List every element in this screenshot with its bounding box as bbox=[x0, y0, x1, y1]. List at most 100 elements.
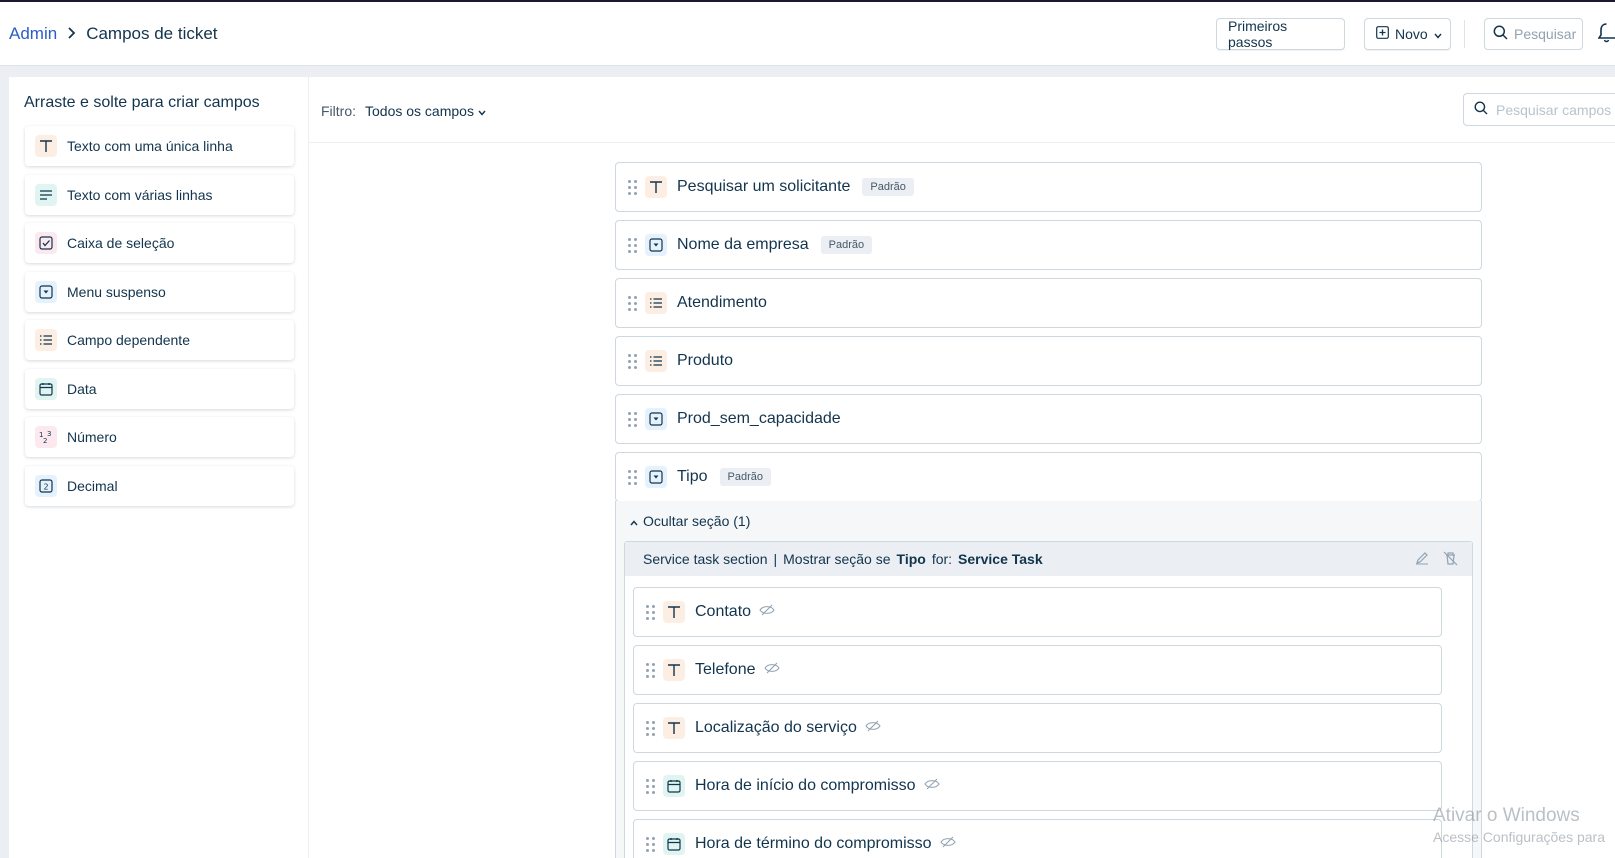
section-field-row[interactable]: Telefone bbox=[633, 645, 1442, 695]
filter-dropdown[interactable]: Todos os campos bbox=[365, 103, 486, 119]
header-divider bbox=[1464, 20, 1465, 48]
field-label: Contato bbox=[695, 603, 752, 620]
chevron-up-icon bbox=[630, 513, 638, 529]
drag-handle-icon[interactable] bbox=[646, 778, 655, 794]
drag-handle-icon[interactable] bbox=[646, 836, 655, 852]
drag-handle-icon[interactable] bbox=[628, 295, 637, 311]
text-icon bbox=[35, 135, 57, 157]
field-label: Prod_sem_capacidade bbox=[677, 410, 841, 427]
list-icon bbox=[645, 350, 667, 372]
svg-text:2: 2 bbox=[44, 483, 49, 492]
section-condition-field: Tipo bbox=[896, 551, 926, 567]
field-type-number[interactable]: 132 Número bbox=[25, 417, 294, 457]
new-button[interactable]: Novo bbox=[1364, 18, 1451, 50]
eye-off-icon bbox=[923, 777, 940, 795]
default-badge: Padrão bbox=[719, 468, 772, 486]
section-name: Service task section bbox=[643, 551, 768, 567]
field-label: Hora de início do compromisso bbox=[695, 777, 916, 794]
field-row[interactable]: Tipo Padrão bbox=[615, 452, 1482, 502]
field-type-single-line[interactable]: Texto com uma única linha bbox=[25, 126, 294, 166]
svg-text:2: 2 bbox=[43, 437, 47, 444]
fields-canvas: Filtro: Todos os campos Pesquisar campos… bbox=[309, 77, 1615, 858]
dropdown-icon bbox=[645, 408, 667, 430]
hide-section-toggle[interactable]: Ocultar seção (1) bbox=[630, 513, 750, 529]
calendar-icon bbox=[663, 775, 685, 797]
sidebar-title: Arraste e solte para criar campos bbox=[24, 94, 260, 111]
field-type-dropdown[interactable]: Menu suspenso bbox=[25, 272, 294, 312]
drag-handle-icon[interactable] bbox=[628, 237, 637, 253]
list-icon bbox=[645, 292, 667, 314]
page-header: Admin Campos de ticket Primeiros passos … bbox=[0, 2, 1615, 66]
breadcrumb-admin-link[interactable]: Admin bbox=[9, 24, 57, 44]
drag-handle-icon[interactable] bbox=[646, 662, 655, 678]
field-type-dependent[interactable]: Campo dependente bbox=[25, 320, 294, 360]
section-field-row[interactable]: Localização do serviço bbox=[633, 703, 1442, 753]
field-type-multi-line[interactable]: Texto com várias linhas bbox=[25, 175, 294, 215]
section-field-row[interactable]: Hora de término do compromisso bbox=[633, 819, 1442, 858]
chevron-right-icon bbox=[67, 26, 76, 42]
first-steps-button[interactable]: Primeiros passos bbox=[1216, 18, 1345, 50]
field-type-label: Caixa de seleção bbox=[67, 235, 175, 251]
field-row[interactable]: Pesquisar um solicitante Padrão bbox=[615, 162, 1482, 212]
section-field-row[interactable]: Contato bbox=[633, 587, 1442, 637]
text-icon bbox=[663, 717, 685, 739]
field-type-checkbox[interactable]: Caixa de seleção bbox=[25, 223, 294, 263]
hide-section-label: Ocultar seção (1) bbox=[643, 513, 751, 529]
field-row[interactable]: Atendimento bbox=[615, 278, 1482, 328]
eye-off-icon bbox=[865, 719, 881, 737]
field-label: Pesquisar um solicitante bbox=[677, 178, 851, 195]
calendar-icon bbox=[663, 833, 685, 855]
drag-handle-icon[interactable] bbox=[628, 411, 637, 427]
drag-handle-icon[interactable] bbox=[628, 469, 637, 485]
filter-label: Filtro: bbox=[321, 103, 356, 119]
section-separator: | bbox=[773, 551, 778, 567]
field-type-label: Data bbox=[67, 381, 97, 397]
edit-icon[interactable] bbox=[1415, 551, 1429, 569]
bell-icon[interactable] bbox=[1597, 22, 1615, 49]
list-icon bbox=[35, 329, 57, 351]
field-type-date[interactable]: Data bbox=[25, 369, 294, 409]
field-label: Hora de término do compromisso bbox=[695, 835, 932, 852]
filter-value: Todos os campos bbox=[365, 103, 474, 119]
field-type-label: Campo dependente bbox=[67, 332, 190, 348]
drag-handle-icon[interactable] bbox=[646, 720, 655, 736]
eye-off-icon bbox=[939, 835, 956, 853]
section-box: Service task section | Mostrar seção se … bbox=[624, 541, 1473, 858]
default-badge: Padrão bbox=[862, 178, 914, 196]
field-types-sidebar: Arraste e solte para criar campos Texto … bbox=[9, 77, 308, 858]
filter-bar: Filtro: Todos os campos Pesquisar campos bbox=[309, 77, 1615, 143]
section-actions bbox=[1415, 551, 1458, 569]
dropdown-icon bbox=[645, 234, 667, 256]
section-header: Service task section | Mostrar seção se … bbox=[625, 542, 1472, 576]
field-label: Localização do serviço bbox=[695, 719, 857, 736]
page-title: Campos de ticket bbox=[86, 24, 218, 43]
dropdown-icon bbox=[35, 281, 57, 303]
field-label: Produto bbox=[677, 352, 734, 369]
fields-search-placeholder: Pesquisar campos bbox=[1496, 101, 1612, 118]
fields-search-input[interactable]: Pesquisar campos bbox=[1463, 93, 1615, 126]
decimal-icon: 2 bbox=[35, 475, 57, 497]
section-field-row[interactable]: Hora de início do compromisso bbox=[633, 761, 1442, 811]
field-row[interactable]: Prod_sem_capacidade bbox=[615, 394, 1482, 444]
field-row[interactable]: Produto bbox=[615, 336, 1482, 386]
delete-icon[interactable] bbox=[1443, 551, 1458, 569]
global-search-placeholder: Pesquisar bbox=[1514, 26, 1577, 42]
drag-handle-icon[interactable] bbox=[628, 353, 637, 369]
eye-off-icon bbox=[763, 661, 780, 679]
field-type-decimal[interactable]: 2 Decimal bbox=[25, 466, 294, 506]
search-icon bbox=[1474, 101, 1488, 118]
search-icon bbox=[1493, 25, 1508, 43]
chevron-down-icon bbox=[1434, 26, 1442, 42]
text-icon bbox=[645, 176, 667, 198]
drag-handle-icon[interactable] bbox=[628, 179, 637, 195]
field-row[interactable]: Nome da empresa Padrão bbox=[615, 220, 1482, 270]
global-search-input[interactable]: Pesquisar bbox=[1484, 18, 1583, 50]
field-type-label: Menu suspenso bbox=[67, 284, 166, 300]
section-for-text: for: bbox=[931, 551, 953, 567]
new-label: Novo bbox=[1395, 26, 1428, 42]
plus-square-icon bbox=[1376, 26, 1389, 42]
number-icon: 132 bbox=[35, 426, 57, 448]
drag-handle-icon[interactable] bbox=[646, 604, 655, 620]
field-label: Telefone bbox=[695, 661, 756, 678]
text-icon bbox=[663, 601, 685, 623]
